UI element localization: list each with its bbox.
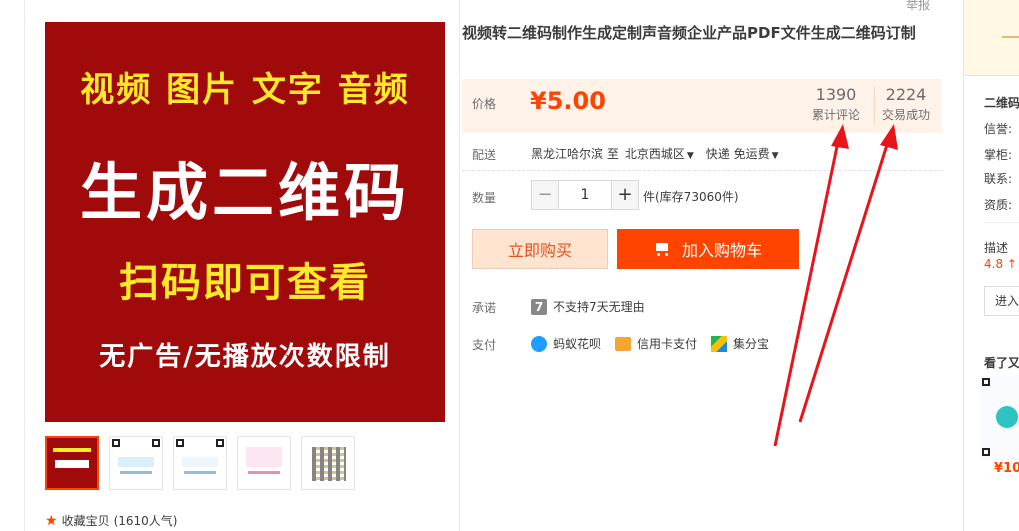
shop-field-qualification: 资质: bbox=[984, 198, 1013, 212]
deal-count: 2224 交易成功 bbox=[882, 85, 930, 123]
main-image-line3: 扫码即可查看 bbox=[119, 260, 371, 306]
payment-methods: 蚂蚁花呗 信用卡支付 集分宝 bbox=[531, 335, 783, 352]
payment-huabei[interactable]: 蚂蚁花呗 bbox=[531, 335, 601, 352]
main-image-line1: 视频 图片 文字 音频 bbox=[80, 70, 410, 110]
seen-also-title: 看了又 bbox=[984, 356, 1019, 370]
stock-text: 件(库存73060件) bbox=[643, 190, 739, 204]
thumbnail-4[interactable] bbox=[237, 436, 291, 490]
jifenbao-icon bbox=[711, 335, 728, 352]
seen-also-price: ¥10 bbox=[994, 461, 1019, 476]
promise-label: 承诺 bbox=[472, 301, 497, 315]
shop-field-credit: 信誉: bbox=[984, 122, 1013, 136]
promise-row: 7 不支持7天无理由 bbox=[531, 298, 645, 315]
annotation-arrow-reviews bbox=[773, 131, 842, 447]
price-label: 价格 bbox=[472, 97, 497, 111]
payment-method-label: 集分宝 bbox=[733, 337, 770, 351]
shop-banner bbox=[964, 0, 1019, 76]
thumbnail-5[interactable] bbox=[301, 436, 355, 490]
review-count-number: 1390 bbox=[815, 85, 857, 104]
annotation-arrow-deals bbox=[798, 131, 893, 423]
payment-jifenbao[interactable]: 集分宝 bbox=[711, 335, 769, 352]
shipping-row: 黑龙江哈尔滨 至 北京西城区 ▼ 快递 免运费 ▼ bbox=[531, 145, 779, 162]
main-product-image[interactable]: 视频 图片 文字 音频 生成二维码 扫码即可查看 无广告/无播放次数限制 bbox=[45, 22, 445, 422]
huabei-icon bbox=[531, 335, 547, 352]
shop-field-contact: 联系: bbox=[984, 172, 1013, 186]
no-7day-return-icon: 7 bbox=[531, 298, 547, 315]
chevron-down-icon: ▼ bbox=[686, 151, 694, 161]
shipping-method-select[interactable]: 快递 免运费 ▼ bbox=[706, 145, 779, 162]
chevron-down-icon: ▼ bbox=[771, 151, 779, 161]
shop-field-seller: 掌柜: bbox=[984, 148, 1013, 162]
deal-count-number: 2224 bbox=[885, 85, 927, 104]
main-image-line4: 无广告/无播放次数限制 bbox=[99, 342, 391, 372]
product-page: 举报 视频 图片 文字 音频 生成二维码 扫码即可查看 无广告/无播放次数限制 bbox=[0, 0, 1019, 531]
review-count[interactable]: 1390 累计评论 bbox=[812, 85, 860, 123]
shipping-to-select[interactable]: 北京西城区 ▼ bbox=[625, 145, 694, 162]
seen-also-thumbnail[interactable] bbox=[980, 376, 1019, 460]
shipping-to: 北京西城区 bbox=[624, 147, 685, 161]
promise-text[interactable]: 不支持7天无理由 bbox=[553, 298, 645, 315]
add-to-cart-button[interactable]: 加入购物车 bbox=[617, 229, 799, 269]
review-count-label: 累计评论 bbox=[812, 108, 861, 122]
thumbnail-3[interactable] bbox=[173, 436, 227, 490]
favorite-label: 收藏宝贝 bbox=[61, 514, 110, 528]
shop-panel: 二维码 信誉: 掌柜: 联系: 资质: 描述 4.8 ↑ 进入 看了又 ¥10 bbox=[963, 0, 1019, 531]
shop-name[interactable]: 二维码 bbox=[984, 94, 1019, 111]
main-image-line2: 生成二维码 bbox=[79, 156, 410, 229]
quantity-decrement-button[interactable]: − bbox=[531, 180, 559, 210]
favorite-count: (1610人气) bbox=[113, 514, 178, 528]
credit-card-icon bbox=[615, 336, 632, 351]
quantity-stepper: − 1 + bbox=[531, 180, 639, 210]
product-title: 视频转二维码制作生成定制声音频企业产品PDF文件生成二维码订制 bbox=[462, 24, 916, 42]
deal-count-label: 交易成功 bbox=[882, 108, 931, 122]
payment-method-label: 信用卡支付 bbox=[637, 337, 698, 351]
payment-credit-card[interactable]: 信用卡支付 bbox=[615, 335, 697, 352]
price-box: 价格 ¥5.00 1390 累计评论 2224 交易成功 bbox=[462, 79, 942, 133]
star-icon: ★ bbox=[45, 512, 58, 529]
divider bbox=[984, 222, 1019, 223]
desc-score: 4.8 ↑ bbox=[984, 257, 1017, 271]
price-value: ¥5.00 bbox=[530, 87, 606, 115]
shipping-from: 黑龙江哈尔滨 至 bbox=[531, 147, 619, 161]
favorite-button[interactable]: ★ 收藏宝贝 (1610人气) bbox=[45, 512, 177, 529]
stat-divider bbox=[874, 87, 875, 125]
divider bbox=[462, 170, 942, 171]
cart-icon bbox=[654, 241, 672, 257]
shipping-method: 快递 免运费 bbox=[705, 147, 770, 161]
quantity-input[interactable]: 1 bbox=[559, 180, 611, 210]
quantity-increment-button[interactable]: + bbox=[611, 180, 639, 210]
shipping-label: 配送 bbox=[472, 148, 497, 162]
add-to-cart-label: 加入购物车 bbox=[681, 241, 762, 260]
quantity-label: 数量 bbox=[472, 191, 497, 205]
payment-method-label: 蚂蚁花呗 bbox=[553, 337, 602, 351]
report-link[interactable]: 举报 bbox=[906, 0, 930, 13]
payment-label: 支付 bbox=[472, 338, 497, 352]
thumbnail-1[interactable] bbox=[45, 436, 99, 490]
desc-label: 描述 bbox=[984, 241, 1009, 255]
thumbnail-2[interactable] bbox=[109, 436, 163, 490]
gallery-panel: 视频 图片 文字 音频 生成二维码 扫码即可查看 无广告/无播放次数限制 ★ 收… bbox=[24, 0, 460, 531]
enter-shop-button[interactable]: 进入 bbox=[984, 286, 1019, 316]
buy-now-button[interactable]: 立即购买 bbox=[472, 229, 608, 269]
